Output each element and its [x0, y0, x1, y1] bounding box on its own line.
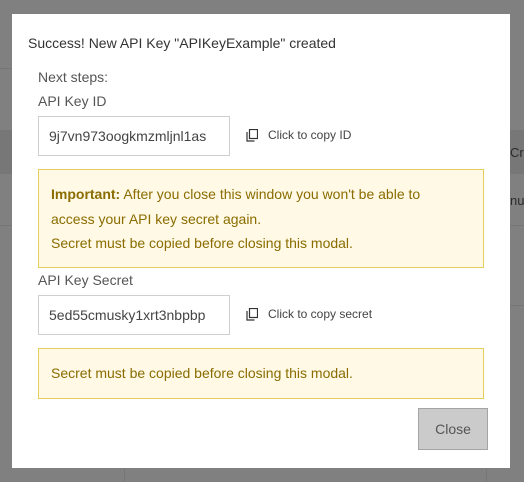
- copy-icon: [246, 307, 258, 321]
- alert-line-1: Important: After you close this window y…: [51, 182, 471, 207]
- copy-icon: [246, 128, 258, 142]
- modal-title: Success! New API Key "APIKeyExample" cre…: [28, 35, 336, 51]
- bg-column-divider: [124, 468, 125, 482]
- api-key-created-modal: Success! New API Key "APIKeyExample" cre…: [12, 14, 510, 468]
- api-key-secret-field[interactable]: 5ed55cmusky1xrt3nbpbp: [38, 295, 230, 335]
- important-alert: Important: After you close this window y…: [38, 169, 484, 268]
- api-key-id-label: API Key ID: [38, 93, 107, 109]
- alert-line-2: access your API key secret again.: [51, 210, 262, 227]
- bg-table-header: [0, 130, 12, 174]
- api-key-secret-label: API Key Secret: [38, 272, 133, 288]
- copy-id-label: Click to copy ID: [268, 128, 352, 142]
- bg-row-divider: [510, 305, 524, 306]
- copy-secret-label: Click to copy secret: [268, 307, 373, 321]
- alert-line-3: Secret must be copied before closing thi…: [51, 235, 353, 251]
- alert-strong: Important:: [51, 186, 121, 202]
- copy-id-button[interactable]: Click to copy ID: [246, 128, 351, 142]
- bg-divider: [0, 68, 12, 69]
- api-key-id-field[interactable]: 9j7vn973oogkmzmljnl1as: [38, 116, 230, 156]
- bg-cell-text: nur: [510, 193, 524, 208]
- bg-row-divider: [510, 225, 524, 226]
- copy-secret-button[interactable]: Click to copy secret: [246, 307, 372, 321]
- next-steps-heading: Next steps:: [38, 69, 109, 85]
- bg-column-divider: [486, 468, 487, 482]
- close-button[interactable]: Close: [418, 408, 488, 450]
- alert-line-1-text: After you close this window you won't be…: [120, 186, 421, 202]
- bg-column-header: Crea: [510, 145, 524, 160]
- bg-row-divider: [0, 225, 12, 226]
- secret-alert: Secret must be copied before closing thi…: [38, 348, 484, 399]
